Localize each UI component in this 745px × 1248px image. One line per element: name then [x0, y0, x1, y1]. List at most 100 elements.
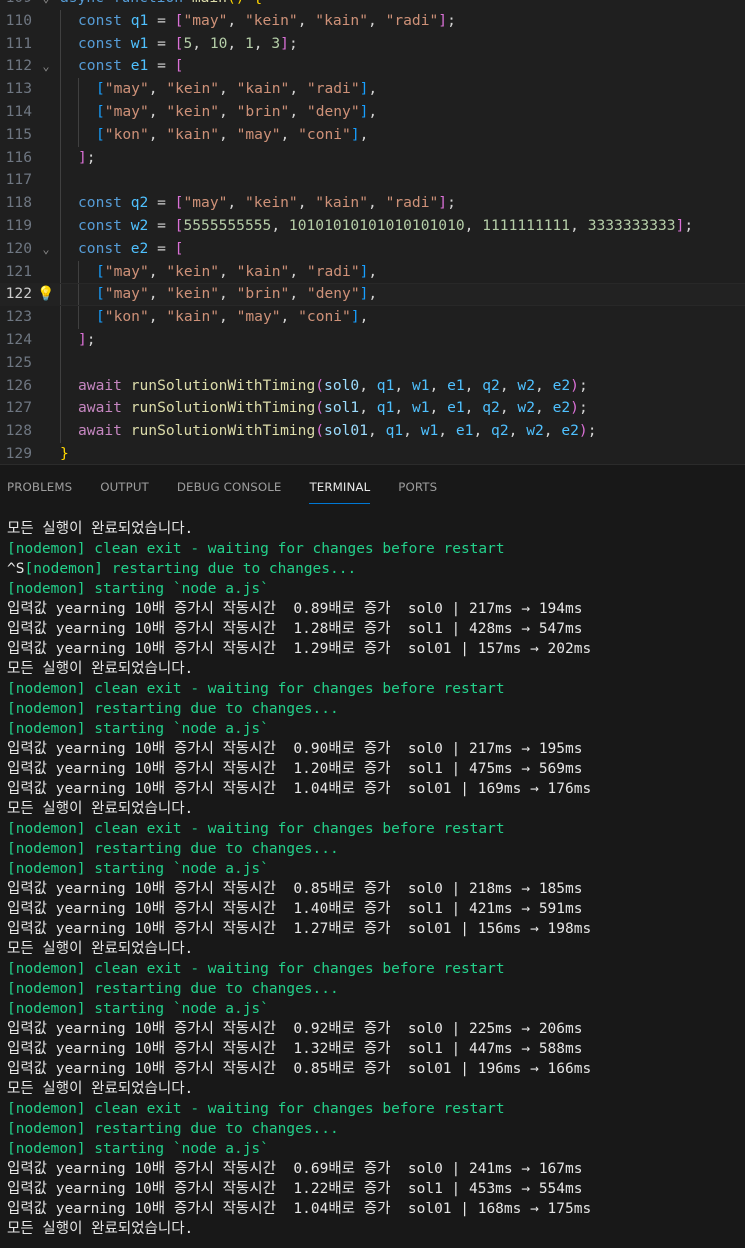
code-line[interactable]: 114 ["may", "kein", "brin", "deny"],: [0, 100, 745, 124]
code-token: ,: [543, 422, 562, 440]
code-line[interactable]: 115 ["kon", "kain", "may", "coni"],: [0, 123, 745, 147]
indent-guide: [78, 123, 96, 147]
tab-debug-console[interactable]: DEBUG CONSOLE: [177, 465, 282, 509]
code-token: "coni": [298, 125, 351, 143]
code-line[interactable]: 127 await runSolutionWithTiming(sol1, q1,…: [0, 397, 745, 421]
indent-guide: [60, 169, 78, 193]
code-token: w2: [517, 399, 535, 417]
code-line[interactable]: 111 const w1 = [5, 10, 1, 3];: [0, 32, 745, 56]
code-token: "kain": [166, 125, 220, 143]
code-token: =: [148, 194, 175, 212]
code-token: ,: [227, 11, 245, 29]
tab-output[interactable]: OUTPUT: [100, 465, 149, 509]
code-token: ,: [148, 125, 167, 143]
code-token: 5: [183, 34, 193, 52]
code-token: ): [578, 422, 588, 440]
code-token: ,: [219, 285, 237, 303]
code-token: w1: [411, 376, 430, 394]
code-token: const: [78, 216, 122, 234]
fold-chevron-icon[interactable]: ⌄: [32, 0, 60, 10]
terminal-output[interactable]: 모든 실행이 완료되었습니다. [nodemon] clean exit - wa…: [0, 509, 745, 1248]
code-token: e1: [455, 422, 474, 440]
code-token: q2: [130, 194, 149, 212]
line-number: 123: [5, 308, 32, 326]
code-line[interactable]: 122 💡 ["may", "kein", "brin", "deny"],: [0, 283, 745, 307]
code-token: sol1: [324, 399, 360, 417]
code-line[interactable]: 113 ["may", "kein", "kain", "radi"],: [0, 78, 745, 101]
code-token: q1: [376, 376, 395, 394]
code-token: ,: [148, 102, 167, 120]
code-line[interactable]: 126 await runSolutionWithTiming(sol0, q1,…: [0, 374, 745, 398]
code-line[interactable]: 119 const w2 = [5555555555, 1010101010101…: [0, 214, 745, 238]
code-line[interactable]: 125: [0, 351, 745, 375]
code-line[interactable]: 116];: [0, 146, 745, 170]
code-token: "brin": [236, 285, 290, 303]
code-line[interactable]: 118 const q2 = ["may", "kein", "kain", "r…: [0, 192, 745, 215]
code-line[interactable]: 117: [0, 169, 745, 193]
code-editor[interactable]: 109⌄async function main() {110 const q1 =…: [0, 0, 745, 465]
line-number: 127: [5, 399, 32, 417]
code-token: [: [96, 125, 105, 143]
code-token: runSolutionWithTiming: [130, 376, 316, 394]
terminal-line: [nodemon] starting `node a.js`: [7, 1141, 269, 1157]
code-token: w1: [411, 399, 430, 417]
code-token: "kon": [104, 125, 149, 143]
code-token: const: [78, 11, 122, 29]
tab-ports[interactable]: PORTS: [398, 465, 437, 509]
indent-guide: [60, 100, 78, 124]
code-line[interactable]: 123 ["kon", "kain", "may", "coni"],: [0, 306, 745, 329]
line-number: 128: [5, 422, 32, 440]
code-line[interactable]: 110 const q1 = ["may", "kein", "kain", "r…: [0, 9, 745, 33]
indent-guide: [60, 192, 78, 215]
code-token: const: [78, 57, 122, 75]
code-text: await runSolutionWithTiming(sol1, q1, w1…: [60, 397, 588, 421]
code-line[interactable]: 124];: [0, 328, 745, 352]
fold-chevron-icon[interactable]: ⌄: [32, 55, 60, 78]
code-token: ,: [534, 399, 553, 417]
terminal-line: [nodemon] starting `node a.js`: [7, 721, 269, 737]
code-token: "may": [104, 80, 149, 98]
code-token: ,: [219, 308, 237, 326]
code-token: e1: [447, 376, 465, 394]
code-token: "kain": [236, 262, 290, 280]
code-token: [: [174, 239, 184, 257]
code-token: [: [174, 57, 184, 75]
code-token: w2: [517, 376, 535, 394]
code-token: =: [148, 216, 175, 234]
code-token: ,: [438, 422, 456, 440]
code-line[interactable]: 121 ["may", "kein", "kain", "radi"],: [0, 260, 745, 284]
line-number: 111: [5, 34, 32, 52]
lightbulb-icon[interactable]: 💡: [32, 283, 60, 306]
code-line[interactable]: 128 await runSolutionWithTiming(sol01, q1…: [0, 420, 745, 443]
code-line[interactable]: 120 ⌄ const e2 = [: [0, 237, 745, 261]
indent-guide: [78, 100, 96, 124]
code-line[interactable]: 129}: [0, 443, 745, 464]
code-token: w1: [130, 34, 149, 52]
code-token: ,: [508, 422, 527, 440]
tab-problems[interactable]: PROBLEMS: [7, 465, 72, 509]
line-number: 110: [5, 11, 32, 29]
indent-guide: [60, 9, 78, 33]
terminal-line: 입력값 yearning 10배 증가시 작동시간 1.40배로 증가 sol1…: [7, 901, 583, 917]
terminal-line: 모든 실행이 완료되었습니다.: [7, 1221, 194, 1237]
code-text: ["may", "kein", "kain", "radi"],: [60, 260, 377, 284]
terminal-line: 입력값 yearning 10배 증가시 작동시간 0.89배로 증가 sol0…: [7, 601, 583, 617]
indent-guide: [60, 260, 78, 284]
code-line[interactable]: 109⌄async function main() {: [0, 0, 745, 10]
tab-terminal[interactable]: TERMINAL: [309, 465, 370, 509]
terminal-line: [nodemon] starting `node a.js`: [7, 861, 269, 877]
terminal-line: 모든 실행이 완료되었습니다.: [7, 941, 194, 957]
terminal-line: 입력값 yearning 10배 증가시 작동시간 1.27배로 증가 sol0…: [7, 921, 592, 937]
code-token: ,: [148, 285, 167, 303]
code-token: q1: [385, 422, 404, 440]
line-number: 113: [5, 80, 32, 98]
code-token: "deny": [306, 102, 360, 120]
fold-chevron-icon[interactable]: ⌄: [32, 238, 60, 261]
terminal-line: 입력값 yearning 10배 증가시 작동시간 1.28배로 증가 sol1…: [7, 621, 583, 637]
code-token: "kon": [104, 308, 149, 326]
code-line[interactable]: 112 ⌄ const e1 = [: [0, 55, 745, 79]
